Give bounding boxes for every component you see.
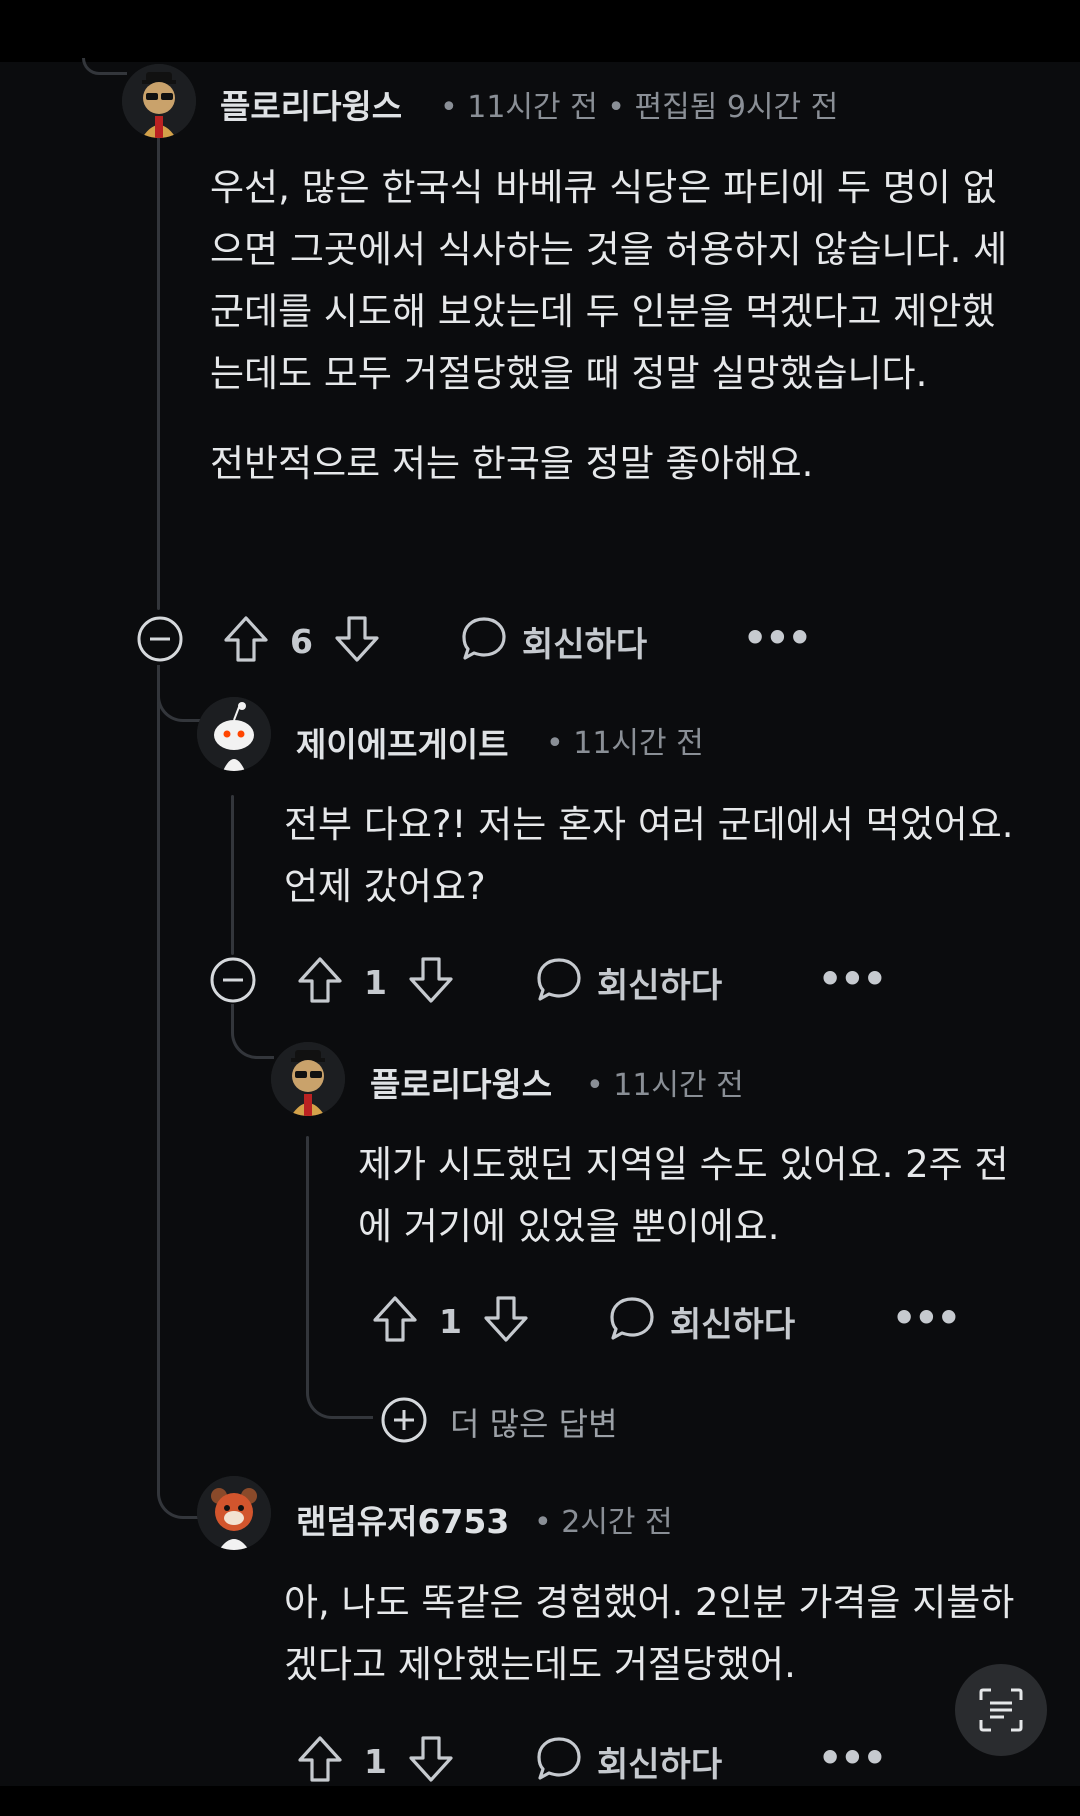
navigation-bar-area: [0, 1786, 1080, 1816]
minus-circle-icon: [210, 957, 256, 1003]
thread-connector: [231, 1004, 274, 1059]
vote-controls: 1: [371, 1294, 530, 1348]
avatar[interactable]: [197, 1476, 271, 1550]
arrow-up-icon[interactable]: [296, 1734, 344, 1788]
more-options-button[interactable]: •••: [818, 1736, 887, 1780]
reply-button[interactable]: 회신하다: [535, 955, 722, 1009]
speech-bubble-icon: [460, 614, 508, 668]
arrow-up-icon[interactable]: [296, 955, 344, 1009]
vote-controls: 1: [296, 955, 455, 1009]
reply-label: 회신하다: [597, 1744, 723, 1785]
more-options-button[interactable]: •••: [892, 1296, 961, 1340]
text-scan-button[interactable]: [955, 1664, 1047, 1756]
vote-count: 6: [290, 621, 313, 661]
thread-line-level3: [306, 1136, 309, 1236]
vote-count: 1: [439, 1301, 462, 1341]
reply-button[interactable]: 회신하다: [535, 1734, 722, 1788]
vote-count: 1: [364, 1741, 387, 1781]
reply-label: 회신하다: [522, 624, 648, 665]
comment-username[interactable]: 플로리다윙스: [370, 1058, 552, 1106]
reply-label: 회신하다: [597, 965, 723, 1006]
thread-connector: [157, 1470, 200, 1519]
avatar-bear-icon: [197, 1476, 271, 1550]
more-replies-label: 더 많은 답변: [450, 1405, 618, 1443]
comment-body: 아, 나도 똑같은 경험했어. 2인분 가격을 지불하겠다고 제안했는데도 거절…: [284, 1572, 1020, 1696]
comment-paragraph: 우선, 많은 한국식 바베큐 식당은 파티에 두 명이 없으면 그곳에서 식사하…: [210, 166, 1008, 395]
comment-username[interactable]: 랜덤유저6753: [296, 1495, 509, 1543]
speech-bubble-icon: [608, 1294, 656, 1348]
thread-connector: [82, 58, 127, 75]
arrow-down-icon[interactable]: [482, 1294, 530, 1348]
comment-body: 전부 다요?! 저는 혼자 여러 군데에서 먹었어요. 언제 갔어요?: [284, 794, 1020, 918]
arrow-down-icon[interactable]: [333, 614, 381, 668]
avatar[interactable]: [271, 1042, 345, 1116]
comment-username[interactable]: 제이에프게이트: [296, 718, 509, 766]
collapse-thread-button[interactable]: [209, 956, 257, 1004]
avatar-mascot-icon: [122, 64, 196, 138]
comment-meta: • 11시간 전: [586, 1068, 744, 1103]
comment-paragraph: 제가 시도했던 지역일 수도 있어요. 2주 전에 거기에 있었을 뿐이에요.: [358, 1143, 1009, 1248]
comment-body: 제가 시도했던 지역일 수도 있어요. 2주 전에 거기에 있었을 뿐이에요.: [358, 1134, 1020, 1258]
status-bar-area: [0, 0, 1080, 62]
reply-button[interactable]: 회신하다: [460, 614, 647, 668]
comment-body: 우선, 많은 한국식 바베큐 식당은 파티에 두 명이 없으면 그곳에서 식사하…: [210, 157, 1020, 495]
comment-meta: • 11시간 전: [546, 726, 704, 761]
avatar[interactable]: [197, 697, 271, 771]
avatar[interactable]: [122, 64, 196, 138]
avatar-mascot-icon: [271, 1042, 345, 1116]
text-scan-icon: [979, 1688, 1023, 1732]
comment-username[interactable]: 플로리다윙스: [220, 80, 402, 128]
thread-line-root-continued: [157, 665, 160, 1475]
arrow-down-icon[interactable]: [407, 1734, 455, 1788]
arrow-up-icon[interactable]: [222, 614, 270, 668]
thread-connector: [306, 1230, 373, 1419]
more-options-button[interactable]: •••: [743, 616, 812, 660]
thread-connector: [157, 665, 200, 722]
more-options-button[interactable]: •••: [818, 957, 887, 1001]
thread-line-root: [157, 130, 160, 610]
arrow-up-icon[interactable]: [371, 1294, 419, 1348]
speech-bubble-icon: [535, 1734, 583, 1788]
vote-count: 1: [364, 962, 387, 1002]
collapse-thread-button[interactable]: [136, 615, 184, 663]
comment-paragraph: 전반적으로 저는 한국을 정말 좋아해요.: [210, 442, 814, 485]
comment-meta: • 2시간 전: [534, 1505, 673, 1540]
speech-bubble-icon: [535, 955, 583, 1009]
comment-paragraph: 전부 다요?! 저는 혼자 여러 군데에서 먹었어요. 언제 갔어요?: [284, 803, 1014, 908]
more-replies-button[interactable]: 더 많은 답변: [380, 1396, 618, 1448]
arrow-down-icon[interactable]: [407, 955, 455, 1009]
avatar-snoo-icon: [197, 697, 271, 771]
comment-meta: • 11시간 전 • 편집됨 9시간 전: [440, 90, 839, 125]
reply-button[interactable]: 회신하다: [608, 1294, 795, 1348]
reply-label: 회신하다: [670, 1304, 796, 1345]
vote-controls: 6: [222, 614, 381, 668]
minus-circle-icon: [137, 616, 183, 662]
thread-line-level2: [231, 795, 234, 955]
vote-controls: 1: [296, 1734, 455, 1788]
comment-paragraph: 아, 나도 똑같은 경험했어. 2인분 가격을 지불하겠다고 제안했는데도 거절…: [284, 1581, 1015, 1686]
plus-circle-icon: [380, 1396, 428, 1448]
